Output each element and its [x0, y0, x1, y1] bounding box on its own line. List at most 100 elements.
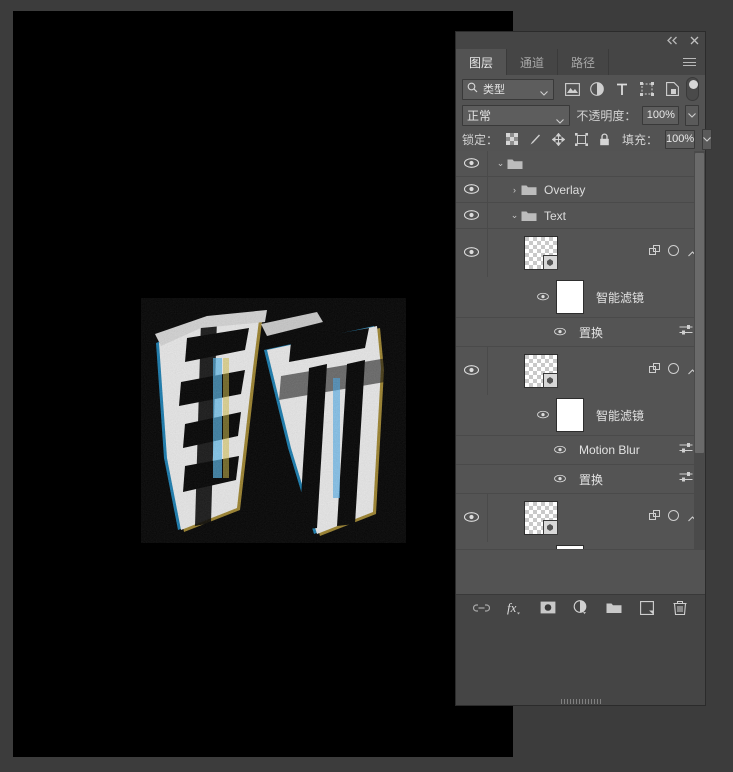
- lock-label: 锁定：: [462, 132, 499, 147]
- add-layer-mask-icon[interactable]: [539, 599, 556, 616]
- document-canvas[interactable]: [13, 11, 513, 757]
- layer-style-fx-icon[interactable]: fx: [506, 599, 523, 616]
- smart-filter-icon[interactable]: [668, 509, 681, 527]
- new-adjustment-layer-icon[interactable]: [572, 599, 589, 616]
- visibility-toggle[interactable]: [456, 347, 488, 395]
- smart-filter-row-displace-1[interactable]: 置换: [456, 318, 705, 347]
- layer-row-root-group[interactable]: ⌄: [456, 151, 705, 177]
- close-icon[interactable]: [690, 36, 699, 45]
- lock-transparent-pixels-icon[interactable]: [505, 132, 519, 146]
- adjustment-filter-icon[interactable]: [589, 81, 605, 97]
- smart-filters-row-2[interactable]: 智能滤镜: [456, 395, 705, 436]
- layer-row-text-group[interactable]: ⌄ Text: [456, 203, 705, 229]
- smart-filter-mask-thumbnail[interactable]: [556, 545, 584, 549]
- layers-panel: 图层 通道 路径 类型 正常 不透明度： 100% 锁定： 填充： 100% ⌄…: [456, 32, 713, 705]
- lock-bar: 锁定： 填充： 100%: [456, 127, 713, 151]
- tab-channels[interactable]: 通道: [507, 49, 559, 75]
- filter-blending-options-icon[interactable]: [679, 441, 693, 459]
- visibility-toggle[interactable]: [456, 203, 488, 228]
- new-group-icon[interactable]: [605, 599, 622, 616]
- eye-icon: [463, 207, 480, 225]
- fill-input[interactable]: 100%: [665, 129, 696, 149]
- disclosure-triangle[interactable]: ⌄: [494, 158, 507, 169]
- disclosure-triangle[interactable]: ⌄: [508, 210, 521, 221]
- layer-thumbnail[interactable]: [524, 501, 558, 535]
- layer-badges: [649, 509, 697, 527]
- smart-filter-icon[interactable]: [668, 362, 681, 380]
- visibility-toggle[interactable]: [456, 177, 488, 202]
- eye-icon[interactable]: [554, 324, 566, 339]
- tab-layers-label: 图层: [469, 55, 494, 70]
- layer-name: Overlay: [544, 182, 586, 197]
- lock-artboard-nesting-icon[interactable]: [574, 132, 588, 146]
- linked-icon[interactable]: [649, 362, 661, 380]
- opacity-stepper[interactable]: [685, 104, 700, 126]
- smart-filter-mask-thumbnail[interactable]: [556, 280, 584, 314]
- folder-icon: [507, 157, 523, 170]
- smart-filter-row-motion-blur-2[interactable]: Motion Blur: [456, 436, 705, 465]
- visibility-toggle[interactable]: [456, 229, 488, 277]
- link-layers-icon[interactable]: [473, 599, 490, 616]
- opacity-input[interactable]: 100%: [642, 105, 680, 125]
- delete-layer-icon[interactable]: [671, 599, 688, 616]
- visibility-toggle[interactable]: [456, 151, 488, 176]
- smart-filters-row-1[interactable]: 智能滤镜: [456, 277, 705, 318]
- smart-filter-row-displace-2[interactable]: 置换: [456, 465, 705, 494]
- linked-icon[interactable]: [649, 244, 661, 262]
- visibility-toggle[interactable]: [456, 494, 488, 542]
- filter-enable-toggle[interactable]: [686, 77, 699, 101]
- image-filter-icon[interactable]: [564, 81, 580, 97]
- layer-list-scrollbar[interactable]: [694, 151, 705, 549]
- smart-filter-icon[interactable]: [668, 244, 681, 262]
- hamburger-icon: [683, 56, 696, 69]
- eye-icon[interactable]: [554, 442, 566, 457]
- lock-image-pixels-icon[interactable]: [528, 132, 542, 146]
- panel-titlebar: [456, 32, 705, 49]
- disclosure-triangle[interactable]: ›: [508, 185, 521, 195]
- panel-tabstrip: 图层 通道 路径: [456, 49, 705, 75]
- smart-object-filter-icon[interactable]: [664, 81, 680, 97]
- smart-filters-label: 智能滤镜: [596, 290, 645, 305]
- layer-list[interactable]: ⌄ › Overlay ⌄ Text 智能滤镜 置换 智能滤镜 Motion B…: [456, 151, 705, 549]
- layer-row-smart-object-1[interactable]: [456, 229, 705, 277]
- layer-row-overlay[interactable]: › Overlay: [456, 177, 705, 203]
- panel-resize-grip[interactable]: [560, 699, 601, 704]
- collapse-panel-icon[interactable]: [667, 36, 678, 45]
- blend-mode-value: 正常: [467, 108, 492, 123]
- smart-filters-row-3[interactable]: 智能滤镜: [456, 542, 705, 549]
- panel-menu-button[interactable]: [680, 49, 699, 75]
- tab-channels-label: 通道: [520, 55, 545, 70]
- svg-text:fx: fx: [507, 600, 517, 615]
- blend-mode-select[interactable]: 正常: [462, 104, 571, 126]
- layer-row-smart-object-3[interactable]: [456, 494, 705, 542]
- scrollbar-thumb[interactable]: [695, 153, 704, 453]
- lock-all-icon[interactable]: [597, 132, 611, 146]
- new-layer-icon[interactable]: [638, 599, 655, 616]
- text-filter-icon[interactable]: [614, 81, 630, 97]
- tab-paths[interactable]: 路径: [558, 49, 610, 75]
- filter-blending-options-icon[interactable]: [679, 323, 693, 341]
- eye-icon[interactable]: [537, 289, 549, 304]
- panel-body: 类型 正常 不透明度： 100% 锁定： 填充： 100% ⌄ › Overla…: [456, 75, 713, 704]
- opacity-value: 100%: [646, 109, 675, 121]
- smart-filter-mask-thumbnail[interactable]: [556, 398, 584, 432]
- lock-icons: [505, 132, 611, 146]
- eye-icon: [463, 509, 480, 527]
- smart-filter-name: 置换: [579, 325, 604, 340]
- layers-panel-footer: fx: [456, 594, 705, 620]
- filter-kind-select[interactable]: 类型: [462, 78, 555, 100]
- folder-icon: [521, 209, 537, 222]
- layer-thumbnail[interactable]: [524, 236, 558, 270]
- layer-row-smart-object-2[interactable]: [456, 347, 705, 395]
- linked-icon[interactable]: [649, 509, 661, 527]
- eye-icon[interactable]: [554, 471, 566, 486]
- layer-thumbnail[interactable]: [524, 354, 558, 388]
- tab-layers[interactable]: 图层: [456, 49, 508, 75]
- filter-blending-options-icon[interactable]: [679, 470, 693, 488]
- eye-icon[interactable]: [537, 407, 549, 422]
- lock-position-icon[interactable]: [551, 132, 565, 146]
- shape-filter-icon[interactable]: [639, 81, 655, 97]
- fill-stepper[interactable]: [702, 128, 713, 150]
- folder-icon: [521, 183, 537, 196]
- artwork-glitch-text: [141, 298, 406, 543]
